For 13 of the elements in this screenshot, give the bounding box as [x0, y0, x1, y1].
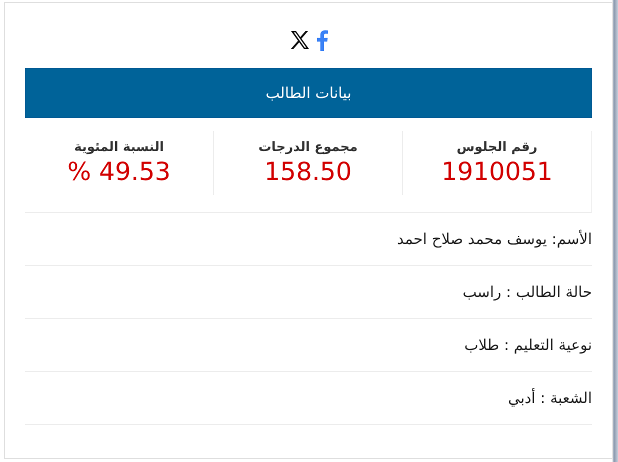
stat-value: % 49.53	[67, 157, 171, 186]
stat-value: 1910051	[441, 157, 553, 186]
detail-text: الأسم: يوسف محمد صلاح احمد	[396, 230, 592, 248]
detail-text: نوعية التعليم : طلاب	[464, 336, 592, 354]
header-title: بيانات الطالب	[266, 84, 352, 102]
detail-text: حالة الطالب : راسب	[462, 283, 592, 301]
facebook-icon[interactable]	[316, 30, 328, 50]
x-icon[interactable]	[290, 31, 308, 49]
stat-label: النسبة المئوية	[74, 140, 164, 155]
stat-label: رقم الجلوس	[456, 140, 538, 155]
stat-label: مجموع الدرجات	[258, 140, 358, 155]
detail-text: الشعبة : أدبي	[508, 389, 592, 407]
stat-value: 158.50	[264, 157, 352, 186]
